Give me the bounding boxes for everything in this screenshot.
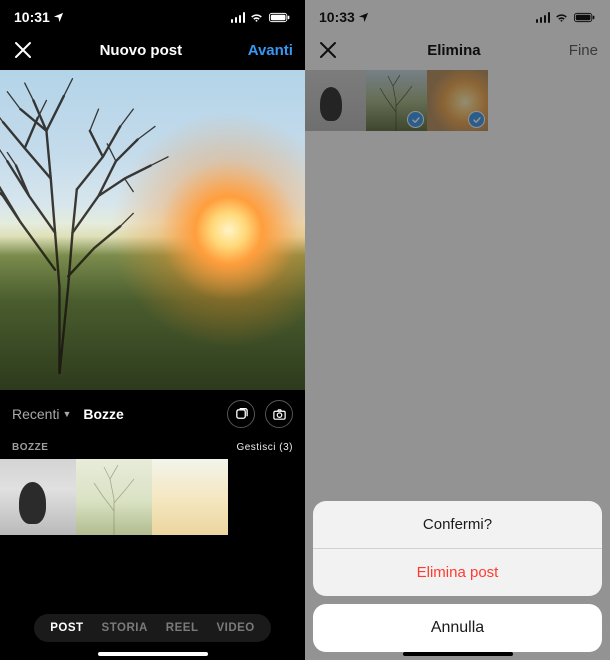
media-preview[interactable] — [0, 70, 305, 390]
nav-bar: Nuovo post Avanti — [0, 30, 305, 70]
action-sheet: Confermi? Elimina post Annulla — [313, 501, 602, 652]
album-label: Recenti — [12, 406, 59, 422]
album-label: Bozze — [83, 406, 123, 422]
multi-select-icon[interactable] — [227, 400, 255, 428]
wifi-icon — [249, 12, 264, 23]
status-time: 10:31 — [14, 9, 50, 25]
tab-story[interactable]: STORIA — [102, 622, 148, 634]
delete-post-button[interactable]: Elimina post — [313, 548, 602, 596]
draft-thumbnail[interactable] — [76, 459, 152, 535]
album-drafts[interactable]: Bozze — [83, 406, 123, 422]
tab-video[interactable]: VIDEO — [216, 622, 254, 634]
next-button[interactable]: Avanti — [248, 42, 293, 59]
mode-tabs: POST STORIA REEL VIDEO — [0, 614, 305, 642]
album-recent[interactable]: Recenti ▼ — [12, 406, 71, 422]
battery-icon — [268, 12, 291, 23]
manage-drafts-link[interactable]: Gestisci (3) — [236, 442, 293, 453]
tab-reel[interactable]: REEL — [166, 622, 199, 634]
home-indicator[interactable] — [403, 652, 513, 656]
home-indicator[interactable] — [98, 652, 208, 656]
camera-icon[interactable] — [265, 400, 293, 428]
draft-thumbnail[interactable] — [0, 459, 76, 535]
tab-post[interactable]: POST — [50, 622, 83, 634]
page-title: Nuovo post — [100, 42, 183, 59]
drafts-heading: BOZZE — [12, 442, 48, 453]
status-bar: 10:31 — [0, 0, 305, 30]
signal-icon — [231, 12, 246, 23]
location-icon — [53, 12, 64, 23]
draft-thumbnail[interactable] — [152, 459, 228, 535]
drafts-thumbnails — [0, 459, 305, 535]
chevron-down-icon: ▼ — [62, 409, 71, 419]
sheet-title: Confermi? — [313, 501, 602, 548]
cancel-button[interactable]: Annulla — [313, 604, 602, 652]
close-icon[interactable] — [12, 39, 34, 61]
